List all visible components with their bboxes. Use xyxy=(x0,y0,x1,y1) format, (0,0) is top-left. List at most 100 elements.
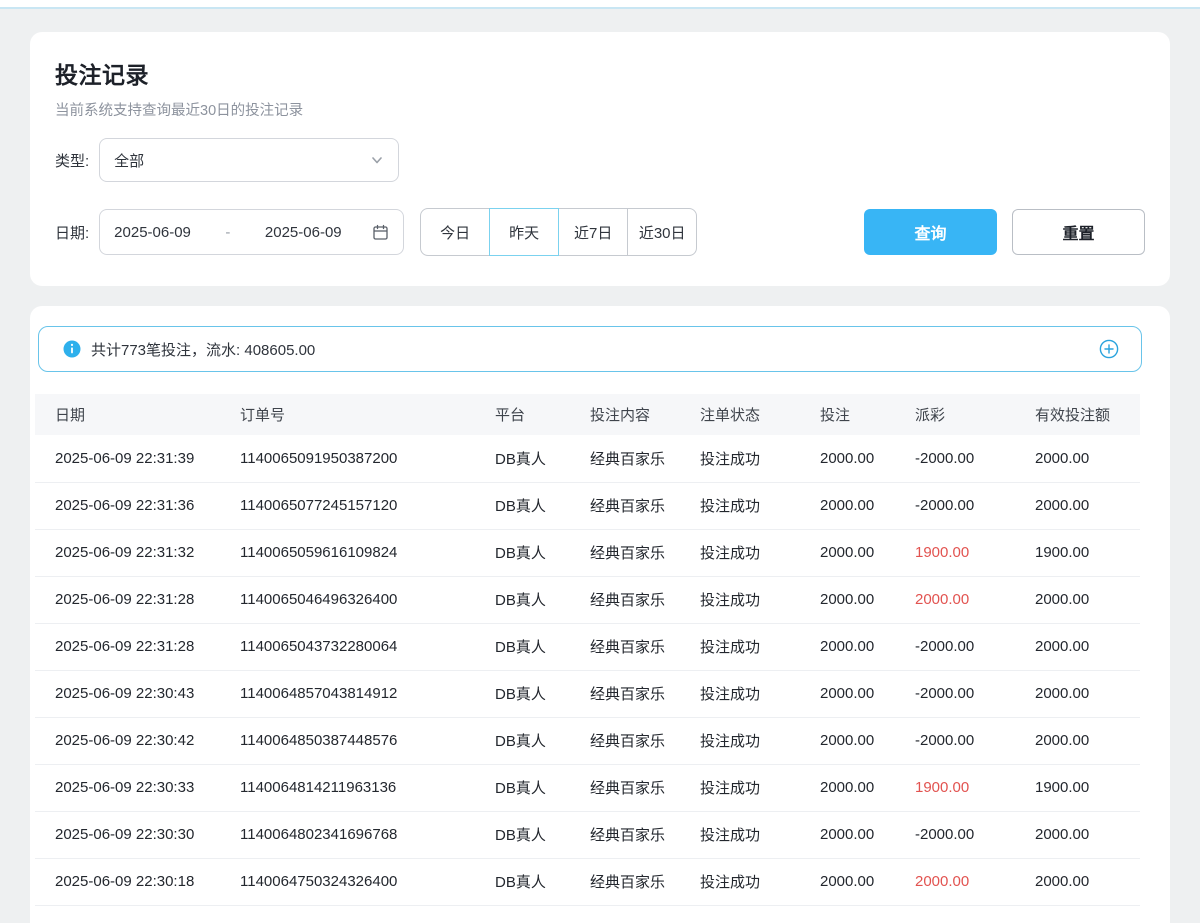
type-label: 类型: xyxy=(55,150,89,171)
column-header-payout: 派彩 xyxy=(915,394,1035,435)
cell-valid: 2000.00 xyxy=(1035,717,1140,764)
cell-status: 投注成功 xyxy=(700,576,820,623)
cell-valid: 2000.00 xyxy=(1035,858,1140,905)
chevron-down-icon xyxy=(370,153,384,167)
cell-platform: DB真人 xyxy=(495,717,590,764)
column-header-valid: 有效投注额 xyxy=(1035,394,1140,435)
column-header-date: 日期 xyxy=(35,394,240,435)
cell-content: 经典百家乐 xyxy=(590,858,700,905)
cell-date: 2025-06-09 22:31:32 xyxy=(35,529,240,576)
type-select[interactable]: 全部 xyxy=(99,138,399,182)
plus-circle-icon[interactable] xyxy=(1099,339,1119,359)
cell-status: 投注成功 xyxy=(700,529,820,576)
cell-bet: 2000.00 xyxy=(820,623,915,670)
cell-platform: DB真人 xyxy=(495,435,590,482)
cell-bet: 2000.00 xyxy=(820,435,915,482)
cell-bet: 2000.00 xyxy=(820,529,915,576)
cell-bet: 2000.00 xyxy=(820,811,915,858)
cell-status: 投注成功 xyxy=(700,858,820,905)
cell-payout: -2000.00 xyxy=(915,435,1035,482)
cell-order: 1140065077245157120 xyxy=(240,482,495,529)
cell-content: 经典百家乐 xyxy=(590,529,700,576)
type-filter-row: 类型: 全部 xyxy=(55,138,1145,182)
query-button[interactable]: 查询 xyxy=(864,209,997,255)
cell-platform: DB真人 xyxy=(495,764,590,811)
cell-payout: -2000.00 xyxy=(915,670,1035,717)
cell-date: 2025-06-09 22:31:39 xyxy=(35,435,240,482)
cell-payout: 2000.00 xyxy=(915,858,1035,905)
table-row: 2025-06-09 22:30:421140064850387448576DB… xyxy=(35,717,1140,764)
cell-bet: 2000.00 xyxy=(820,670,915,717)
filter-card: 投注记录 当前系统支持查询最近30日的投注记录 类型: 全部 日期: 2025-… xyxy=(30,32,1170,286)
cell-date: 2025-06-09 22:30:30 xyxy=(35,811,240,858)
cell-content: 经典百家乐 xyxy=(590,717,700,764)
table-header-row: 日期订单号平台投注内容注单状态投注派彩有效投注额 xyxy=(35,394,1140,435)
cell-order: 1140064814211963136 xyxy=(240,764,495,811)
cell-order: 1140065059616109824 xyxy=(240,529,495,576)
cell-payout: 1900.00 xyxy=(915,764,1035,811)
cell-content: 经典百家乐 xyxy=(590,576,700,623)
cell-bet: 2000.00 xyxy=(820,858,915,905)
cell-payout: 1900.00 xyxy=(915,529,1035,576)
cell-date: 2025-06-09 22:30:43 xyxy=(35,670,240,717)
quick-range-button-1[interactable]: 昨天 xyxy=(489,208,559,256)
quick-range-button-0[interactable]: 今日 xyxy=(420,208,490,256)
cell-date: 2025-06-09 22:30:33 xyxy=(35,764,240,811)
cell-content: 经典百家乐 xyxy=(590,482,700,529)
cell-status: 投注成功 xyxy=(700,670,820,717)
column-header-status: 注单状态 xyxy=(700,394,820,435)
table-row: 2025-06-09 22:31:391140065091950387200DB… xyxy=(35,435,1140,482)
page-title: 投注记录 xyxy=(55,56,1145,90)
cell-status: 投注成功 xyxy=(700,623,820,670)
cell-date: 2025-06-09 22:31:36 xyxy=(35,482,240,529)
cell-bet: 2000.00 xyxy=(820,576,915,623)
cell-valid: 2000.00 xyxy=(1035,670,1140,717)
cell-order: 1140065046496326400 xyxy=(240,576,495,623)
cell-order: 1140064802341696768 xyxy=(240,811,495,858)
table-row: 2025-06-09 22:30:331140064814211963136DB… xyxy=(35,764,1140,811)
cell-platform: DB真人 xyxy=(495,858,590,905)
cell-payout: -2000.00 xyxy=(915,717,1035,764)
table-row: 2025-06-09 22:31:281140065043732280064DB… xyxy=(35,623,1140,670)
cell-status: 投注成功 xyxy=(700,717,820,764)
cell-content: 经典百家乐 xyxy=(590,811,700,858)
cell-valid: 1900.00 xyxy=(1035,529,1140,576)
table-row: 2025-06-09 22:31:321140065059616109824DB… xyxy=(35,529,1140,576)
quick-range-button-3[interactable]: 近30日 xyxy=(627,208,697,256)
column-header-order: 订单号 xyxy=(240,394,495,435)
cell-order: 1140064750324326400 xyxy=(240,858,495,905)
cell-content: 经典百家乐 xyxy=(590,623,700,670)
cell-payout: -2000.00 xyxy=(915,623,1035,670)
cell-platform: DB真人 xyxy=(495,529,590,576)
cell-date: 2025-06-09 22:30:18 xyxy=(35,858,240,905)
cell-payout: -2000.00 xyxy=(915,811,1035,858)
cell-content: 经典百家乐 xyxy=(590,764,700,811)
cell-platform: DB真人 xyxy=(495,482,590,529)
cell-payout: 2000.00 xyxy=(915,576,1035,623)
cell-order: 1140065043732280064 xyxy=(240,623,495,670)
table-row: 2025-06-09 22:30:301140064802341696768DB… xyxy=(35,811,1140,858)
date-separator: - xyxy=(221,224,234,241)
table-row: 2025-06-09 22:30:181140064750324326400DB… xyxy=(35,858,1140,905)
cell-content: 经典百家乐 xyxy=(590,670,700,717)
cell-order: 1140065091950387200 xyxy=(240,435,495,482)
type-select-value: 全部 xyxy=(114,150,144,171)
date-label: 日期: xyxy=(55,222,89,243)
cell-date: 2025-06-09 22:31:28 xyxy=(35,623,240,670)
date-range-input[interactable]: 2025-06-09 - 2025-06-09 xyxy=(99,209,404,255)
cell-status: 投注成功 xyxy=(700,435,820,482)
date-filter-row: 日期: 2025-06-09 - 2025-06-09 今日昨天近7日近30日 … xyxy=(55,208,1145,256)
cell-order: 1140064850387448576 xyxy=(240,717,495,764)
table-row: 2025-06-09 22:31:361140065077245157120DB… xyxy=(35,482,1140,529)
table-body: 2025-06-09 22:31:391140065091950387200DB… xyxy=(35,435,1140,905)
cell-valid: 2000.00 xyxy=(1035,482,1140,529)
cell-valid: 1900.00 xyxy=(1035,764,1140,811)
page-subtitle: 当前系统支持查询最近30日的投注记录 xyxy=(55,99,1145,120)
calendar-icon xyxy=(372,224,389,241)
cell-platform: DB真人 xyxy=(495,623,590,670)
quick-range-button-2[interactable]: 近7日 xyxy=(558,208,628,256)
column-header-content: 投注内容 xyxy=(590,394,700,435)
cell-bet: 2000.00 xyxy=(820,764,915,811)
reset-button[interactable]: 重置 xyxy=(1012,209,1145,255)
quick-range-group: 今日昨天近7日近30日 xyxy=(420,208,697,256)
